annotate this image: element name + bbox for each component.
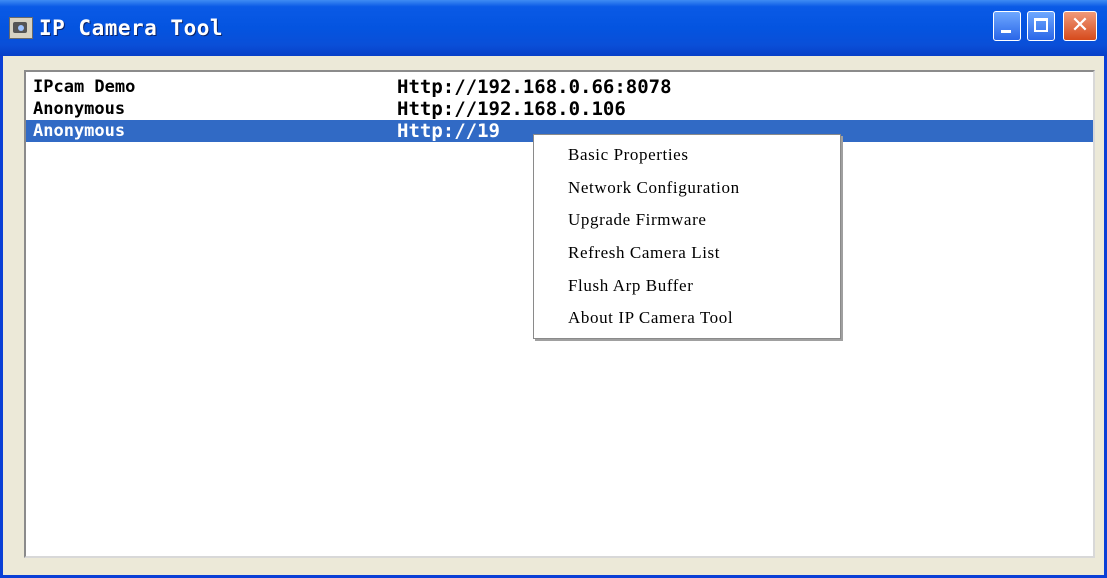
camera-name: Anonymous bbox=[33, 121, 126, 141]
window-bottom-edge bbox=[3, 566, 1104, 575]
camera-url: Http://192.168.0.106 bbox=[397, 98, 626, 120]
menu-item-upgrade-firmware[interactable]: Upgrade Firmware bbox=[568, 207, 838, 233]
maximize-icon bbox=[1034, 18, 1048, 32]
camera-name: Anonymous bbox=[33, 99, 126, 119]
menu-item-about-ip-camera-tool[interactable]: About IP Camera Tool bbox=[568, 305, 838, 331]
menu-item-basic-properties[interactable]: Basic Properties bbox=[568, 142, 838, 168]
context-menu: Basic Properties Network Configuration U… bbox=[533, 134, 841, 339]
camera-app-icon[interactable] bbox=[9, 17, 33, 39]
camera-name: IPcam Demo bbox=[33, 77, 136, 97]
minimize-button[interactable] bbox=[993, 11, 1021, 41]
camera-row-2[interactable]: Anonymous Http://192.168.0.106 bbox=[26, 98, 1093, 120]
camera-url: Http://192.168.0.66:8078 bbox=[397, 76, 672, 98]
maximize-button[interactable] bbox=[1027, 11, 1055, 41]
menu-item-flush-arp-buffer[interactable]: Flush Arp Buffer bbox=[568, 273, 838, 299]
app-window: IP Camera Tool ✕ IPcam Demo Http://192.1… bbox=[0, 0, 1107, 578]
minimize-icon bbox=[1001, 30, 1011, 33]
camera-row-1[interactable]: IPcam Demo Http://192.168.0.66:8078 bbox=[26, 76, 1093, 98]
close-icon: ✕ bbox=[1070, 13, 1090, 38]
camera-url: Http://19 bbox=[397, 120, 500, 142]
window-title: IP Camera Tool bbox=[39, 16, 224, 40]
menu-item-refresh-camera-list[interactable]: Refresh Camera List bbox=[568, 240, 838, 266]
close-button[interactable]: ✕ bbox=[1063, 11, 1097, 41]
menu-item-network-configuration[interactable]: Network Configuration bbox=[568, 175, 838, 201]
title-bar[interactable]: IP Camera Tool ✕ bbox=[0, 0, 1107, 56]
camera-lens-shape bbox=[18, 25, 24, 31]
